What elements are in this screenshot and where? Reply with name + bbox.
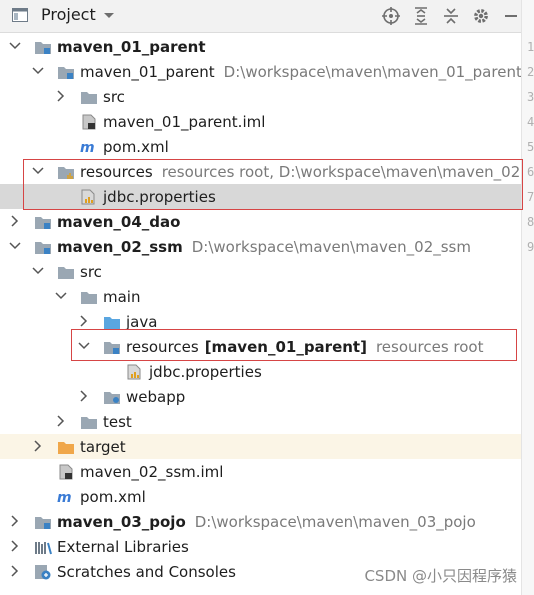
tree-row-label: src: [80, 263, 102, 281]
tree-row-label: External Libraries: [57, 538, 189, 556]
svg-text:m: m: [80, 140, 95, 154]
iml-file-icon: [80, 114, 98, 130]
iml-file-icon: [57, 464, 75, 480]
chevron-down-icon[interactable]: [8, 38, 22, 54]
tree-row-maven-04-dao[interactable]: maven_04_dao: [0, 209, 521, 234]
chevron-right-icon[interactable]: [31, 438, 45, 454]
maven-m-icon: m: [57, 489, 75, 505]
tree-row-maven-02-ssm[interactable]: maven_02_ssm D:\workspace\maven\maven_02…: [0, 234, 521, 259]
tree-row-label: webapp: [126, 388, 186, 406]
tree-row-maven-03-pojo[interactable]: maven_03_pojo D:\workspace\maven\maven_0…: [0, 509, 521, 534]
line-number: 5: [527, 140, 534, 154]
chevron-right-icon[interactable]: [8, 538, 22, 554]
highlight-box: [71, 329, 517, 361]
editor-line-gutter: 1 2 3 4 5 6 7 8 9: [521, 0, 534, 595]
gear-icon[interactable]: [471, 6, 491, 26]
web-folder-icon: [103, 389, 121, 405]
tree-row-label: Scratches and Consoles: [57, 563, 236, 581]
tree-row-path: D:\workspace\maven\maven_01_parent: [223, 63, 521, 81]
module-folder-icon: [57, 64, 75, 80]
tree-row-test[interactable]: test: [0, 409, 521, 434]
module-folder-icon: [34, 514, 52, 530]
tree-row-path: D:\workspace\maven\maven_02_ssm: [191, 238, 471, 256]
highlight-box: [23, 159, 523, 210]
tree-row-label: maven_03_pojo: [57, 513, 186, 531]
tree-row-label: maven_01_parent: [80, 63, 215, 81]
tree-row-label: maven_02_ssm.iml: [80, 463, 224, 481]
chevron-right-icon[interactable]: [77, 388, 91, 404]
folder-icon: [80, 289, 98, 305]
tree-row-label: src: [103, 88, 125, 106]
chevron-right-icon[interactable]: [54, 413, 68, 429]
tree-row-label: maven_02_ssm: [57, 238, 183, 256]
minimize-icon[interactable]: [501, 6, 521, 26]
tree-row-pom-xml[interactable]: m pom.xml: [0, 134, 521, 159]
maven-m-icon: m: [80, 139, 98, 155]
properties-file-icon: [126, 364, 144, 380]
collapse-all-icon[interactable]: [441, 6, 461, 26]
tree-row-label: main: [103, 288, 141, 306]
line-number: 9: [527, 240, 534, 254]
chevron-down-icon[interactable]: [31, 63, 45, 79]
tree-row-iml-file[interactable]: maven_01_parent.iml: [0, 109, 521, 134]
tree-row-iml-file[interactable]: maven_02_ssm.iml: [0, 459, 521, 484]
chevron-right-icon[interactable]: [8, 213, 22, 229]
tree-row-label: target: [80, 438, 126, 456]
tree-row-src[interactable]: src: [0, 84, 521, 109]
line-number: 1: [527, 40, 534, 54]
csdn-watermark: CSDN @小只因程序猿: [364, 567, 517, 585]
project-tool-window-header: Project: [0, 0, 521, 33]
module-folder-icon: [34, 39, 52, 55]
tree-row-path: D:\workspace\maven\maven_03_pojo: [194, 513, 476, 531]
svg-text:m: m: [57, 490, 72, 504]
folder-icon: [80, 89, 98, 105]
tree-row-label: pom.xml: [80, 488, 146, 506]
chevron-down-icon[interactable]: [54, 288, 68, 304]
chevron-right-icon[interactable]: [8, 513, 22, 529]
tree-row-main[interactable]: main: [0, 284, 521, 309]
scratches-icon: [34, 564, 52, 580]
tree-row-jdbc-properties[interactable]: jdbc.properties: [0, 359, 521, 384]
library-icon: [34, 539, 52, 555]
tree-row-target[interactable]: target: [0, 434, 521, 459]
chevron-down-icon: [103, 5, 115, 24]
tree-row-label: pom.xml: [103, 138, 169, 156]
line-number: 6: [527, 165, 534, 179]
line-number: 4: [527, 115, 534, 129]
chevron-right-icon[interactable]: [8, 563, 22, 579]
folder-icon: [80, 414, 98, 430]
tree-row-label: test: [103, 413, 132, 431]
chevron-right-icon[interactable]: [77, 313, 91, 329]
chevron-down-icon[interactable]: [8, 238, 22, 254]
tree-row-external-libraries[interactable]: External Libraries: [0, 534, 521, 559]
expand-all-icon[interactable]: [411, 6, 431, 26]
chevron-right-icon[interactable]: [54, 88, 68, 104]
module-folder-icon: [34, 239, 52, 255]
line-number: 2: [527, 65, 534, 79]
header-title: Project: [41, 5, 96, 24]
project-icon: [11, 7, 29, 23]
tree-row-maven-01-parent-root[interactable]: maven_01_parent: [0, 34, 521, 59]
tree-row-label: maven_04_dao: [57, 213, 181, 231]
project-view-selector[interactable]: Project: [11, 5, 115, 24]
tree-row-src[interactable]: src: [0, 259, 521, 284]
excluded-folder-icon: [57, 439, 75, 455]
line-number: 8: [527, 215, 534, 229]
tree-row-label: maven_01_parent: [57, 38, 206, 56]
source-folder-icon: [103, 314, 121, 330]
chevron-down-icon[interactable]: [31, 263, 45, 279]
module-folder-icon: [34, 214, 52, 230]
tree-row-webapp[interactable]: webapp: [0, 384, 521, 409]
tree-row-maven-01-parent-module[interactable]: maven_01_parent D:\workspace\maven\maven…: [0, 59, 521, 84]
line-number: 3: [527, 90, 534, 104]
line-number: 7: [527, 190, 534, 204]
folder-icon: [57, 264, 75, 280]
tree-row-label: jdbc.properties: [149, 363, 262, 381]
locate-target-icon[interactable]: [381, 6, 401, 26]
tree-row-label: maven_01_parent.iml: [103, 113, 266, 131]
tree-row-pom-xml[interactable]: m pom.xml: [0, 484, 521, 509]
